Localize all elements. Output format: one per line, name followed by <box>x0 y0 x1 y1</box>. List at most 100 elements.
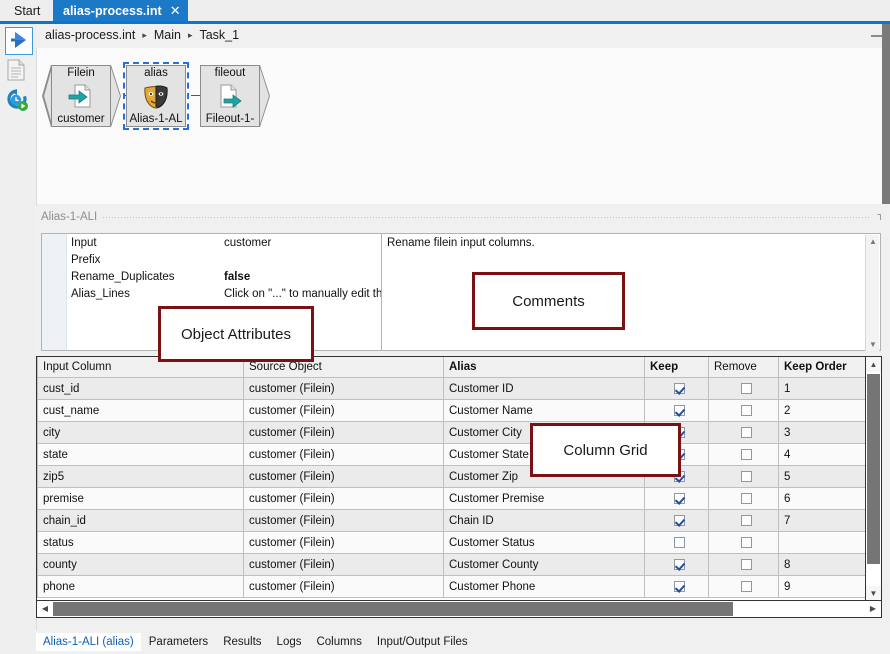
cell-keep-order[interactable]: 7 <box>779 510 866 532</box>
table-row[interactable]: cust_id customer (Filein) Customer ID 1 <box>38 378 866 400</box>
keep-checkbox[interactable] <box>674 405 685 416</box>
cell-keep-order[interactable] <box>779 532 866 554</box>
table-row[interactable]: cust_name customer (Filein) Customer Nam… <box>38 400 866 422</box>
remove-checkbox[interactable] <box>741 537 752 548</box>
cell-remove[interactable] <box>709 554 779 576</box>
cell-keep[interactable] <box>645 532 709 554</box>
cell-source-object[interactable]: customer (Filein) <box>244 532 444 554</box>
breadcrumb-item-task[interactable]: Task_1 <box>199 28 239 42</box>
attribute-value[interactable]: Click on "..." to manually edit the <box>224 288 386 300</box>
table-row[interactable]: city customer (Filein) Customer City 3 <box>38 422 866 444</box>
flow-node-alias[interactable]: alias Alias-1-AL <box>126 65 186 127</box>
remove-checkbox[interactable] <box>741 449 752 460</box>
remove-checkbox[interactable] <box>741 515 752 526</box>
scroll-right-icon[interactable]: ▶ <box>865 601 881 617</box>
cell-input-column[interactable]: cust_name <box>38 400 244 422</box>
grid-horizontal-scrollbar[interactable]: ◀ ▶ <box>37 600 881 617</box>
breadcrumb-item-main[interactable]: Main <box>154 28 181 42</box>
bottom-tab-input-output-files[interactable]: Input/Output Files <box>370 633 475 651</box>
history-refresh-icon[interactable] <box>5 88 31 114</box>
attribute-row[interactable]: Prefix <box>42 251 385 268</box>
remove-checkbox[interactable] <box>741 383 752 394</box>
cell-keep-order[interactable]: 5 <box>779 466 866 488</box>
cell-remove[interactable] <box>709 444 779 466</box>
cell-source-object[interactable]: customer (Filein) <box>244 444 444 466</box>
remove-checkbox[interactable] <box>741 471 752 482</box>
flow-canvas[interactable]: Filein customer alias Alias-1-AL <box>36 48 890 204</box>
cell-keep[interactable] <box>645 576 709 598</box>
remove-checkbox[interactable] <box>741 559 752 570</box>
cell-input-column[interactable]: premise <box>38 488 244 510</box>
vertical-scroll-thumb[interactable] <box>867 374 880 564</box>
keep-checkbox[interactable] <box>674 515 685 526</box>
cell-keep-order[interactable]: 6 <box>779 488 866 510</box>
scroll-up-icon[interactable]: ▲ <box>866 357 881 372</box>
bottom-tab-logs[interactable]: Logs <box>270 633 309 651</box>
flow-node-filein[interactable]: Filein customer <box>51 65 111 127</box>
close-icon[interactable]: ✕ <box>170 3 181 19</box>
cell-remove[interactable] <box>709 488 779 510</box>
cell-alias[interactable]: Customer County <box>444 554 645 576</box>
remove-checkbox[interactable] <box>741 581 752 592</box>
cell-keep-order[interactable]: 4 <box>779 444 866 466</box>
cell-source-object[interactable]: customer (Filein) <box>244 488 444 510</box>
attribute-value[interactable]: false <box>224 271 250 283</box>
cell-input-column[interactable]: zip5 <box>38 466 244 488</box>
keep-checkbox[interactable] <box>674 537 685 548</box>
scroll-down-icon[interactable]: ▼ <box>869 340 877 349</box>
cell-input-column[interactable]: status <box>38 532 244 554</box>
col-header-keep[interactable]: Keep <box>645 357 709 378</box>
cell-source-object[interactable]: customer (Filein) <box>244 378 444 400</box>
cell-keep[interactable] <box>645 378 709 400</box>
cell-remove[interactable] <box>709 422 779 444</box>
cell-alias[interactable]: Customer Premise <box>444 488 645 510</box>
table-row[interactable]: premise customer (Filein) Customer Premi… <box>38 488 866 510</box>
col-header-remove[interactable]: Remove <box>709 357 779 378</box>
attribute-value[interactable]: customer <box>224 237 271 249</box>
keep-checkbox[interactable] <box>674 581 685 592</box>
table-row[interactable]: zip5 customer (Filein) Customer Zip 5 <box>38 466 866 488</box>
bottom-tab-columns[interactable]: Columns <box>309 633 368 651</box>
cell-keep-order[interactable]: 3 <box>779 422 866 444</box>
keep-checkbox[interactable] <box>674 559 685 570</box>
attribute-row[interactable]: Rename_Duplicates false <box>42 268 385 285</box>
table-row[interactable]: phone customer (Filein) Customer Phone 9 <box>38 576 866 598</box>
cell-alias[interactable]: Customer Name <box>444 400 645 422</box>
cell-remove[interactable] <box>709 576 779 598</box>
cell-source-object[interactable]: customer (Filein) <box>244 466 444 488</box>
cell-input-column[interactable]: county <box>38 554 244 576</box>
table-row[interactable]: chain_id customer (Filein) Chain ID 7 <box>38 510 866 532</box>
scroll-down-icon[interactable]: ▼ <box>866 586 881 601</box>
keep-checkbox[interactable] <box>674 493 685 504</box>
cell-keep[interactable] <box>645 554 709 576</box>
cell-source-object[interactable]: customer (Filein) <box>244 422 444 444</box>
cell-alias[interactable]: Chain ID <box>444 510 645 532</box>
minimize-button[interactable] <box>871 35 882 37</box>
cell-keep[interactable] <box>645 510 709 532</box>
cell-keep-order[interactable]: 9 <box>779 576 866 598</box>
cell-input-column[interactable]: city <box>38 422 244 444</box>
col-header-keep-order[interactable]: Keep Order <box>779 357 866 378</box>
table-row[interactable]: county customer (Filein) Customer County… <box>38 554 866 576</box>
scroll-left-icon[interactable]: ◀ <box>37 601 53 617</box>
remove-checkbox[interactable] <box>741 427 752 438</box>
cell-input-column[interactable]: cust_id <box>38 378 244 400</box>
cell-remove[interactable] <box>709 466 779 488</box>
cell-keep-order[interactable]: 8 <box>779 554 866 576</box>
column-grid[interactable]: Input Column Source Object Alias Keep Re… <box>36 356 882 618</box>
cell-input-column[interactable]: state <box>38 444 244 466</box>
bottom-tab-parameters[interactable]: Parameters <box>142 633 215 651</box>
bottom-tab-alias[interactable]: Alias-1-ALI (alias) <box>36 633 141 651</box>
cell-remove[interactable] <box>709 510 779 532</box>
flow-node-fileout[interactable]: fileout Fileout-1- <box>200 65 260 127</box>
cell-alias[interactable]: Customer ID <box>444 378 645 400</box>
grid-vertical-scrollbar[interactable]: ▲ ▼ <box>865 357 881 601</box>
table-row[interactable]: status customer (Filein) Customer Status <box>38 532 866 554</box>
table-row[interactable]: state customer (Filein) Customer State 4 <box>38 444 866 466</box>
horizontal-scroll-thumb[interactable] <box>53 602 733 616</box>
remove-checkbox[interactable] <box>741 493 752 504</box>
remove-checkbox[interactable] <box>741 405 752 416</box>
cell-alias[interactable]: Customer Phone <box>444 576 645 598</box>
cell-input-column[interactable]: phone <box>38 576 244 598</box>
cell-remove[interactable] <box>709 400 779 422</box>
